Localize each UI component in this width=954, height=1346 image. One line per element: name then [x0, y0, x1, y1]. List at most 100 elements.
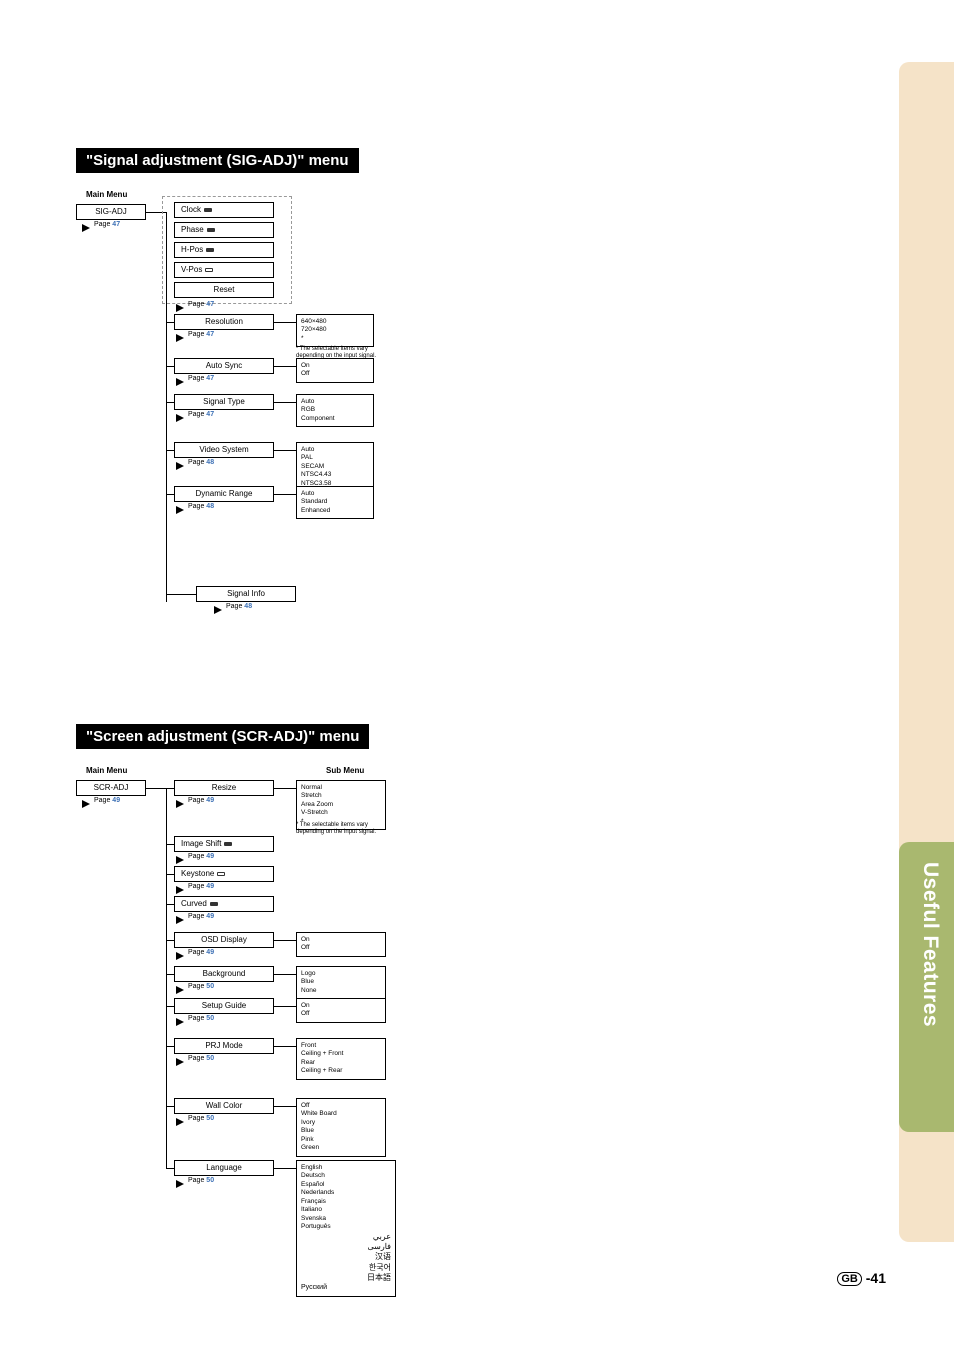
- connector: [166, 904, 174, 905]
- opts-signaltype: Auto RGB Component: [296, 394, 374, 427]
- connector: [166, 874, 174, 875]
- footnote: * The selectable items vary depending on…: [296, 822, 396, 836]
- arrow-right-icon: [176, 304, 184, 312]
- connector: [274, 402, 296, 403]
- connector: [166, 322, 174, 323]
- connector: [166, 450, 174, 451]
- node-scr-root: SCR-ADJ: [76, 780, 146, 796]
- node-reset: Reset: [174, 282, 274, 298]
- opts-osd: On Off: [296, 932, 386, 957]
- connector: [274, 366, 296, 367]
- lang-latin-list: English Deutsch Español Nederlands Franç…: [301, 1164, 391, 1232]
- main-menu-label: Main Menu: [86, 190, 127, 199]
- pageref: Page 48: [188, 503, 214, 510]
- node-imageshift: Image Shift: [174, 836, 274, 852]
- pageref: Page 48: [226, 603, 252, 610]
- connector: [274, 1106, 296, 1107]
- opts-prjmode: Front Ceiling + Front Rear Ceiling + Rea…: [296, 1038, 386, 1080]
- arrow-right-icon: [176, 1058, 184, 1066]
- opts-wallcolor: Off White Board Ivory Blue Pink Green: [296, 1098, 386, 1157]
- node-keystone: Keystone: [174, 866, 274, 882]
- node-resize: Resize: [174, 780, 274, 796]
- opts-dynrange: Auto Standard Enhanced: [296, 486, 374, 519]
- opts-language: English Deutsch Español Nederlands Franç…: [296, 1160, 396, 1297]
- region-badge: GB: [837, 1272, 862, 1286]
- arrow-right-icon: [214, 606, 222, 614]
- side-tab-label: Useful Features: [918, 862, 942, 1027]
- pageref: Page 47: [188, 301, 214, 308]
- connector: [146, 788, 166, 789]
- connector: [166, 594, 196, 595]
- node-signalinfo: Signal Info: [196, 586, 296, 602]
- pageref: Page 49: [188, 949, 214, 956]
- arrow-right-icon: [176, 886, 184, 894]
- node-background: Background: [174, 966, 274, 982]
- arrow-right-icon: [176, 462, 184, 470]
- opts-background: Logo Blue None: [296, 966, 386, 999]
- arrow-right-icon: [176, 378, 184, 386]
- pageref: Page 50: [188, 1055, 214, 1062]
- connector: [166, 788, 167, 1168]
- connector: [166, 1046, 174, 1047]
- node-osd: OSD Display: [174, 932, 274, 948]
- connector: [166, 1168, 174, 1169]
- section-title-scr: "Screen adjustment (SCR-ADJ)" menu: [76, 724, 369, 749]
- lang-russian: Русский: [301, 1283, 391, 1292]
- connector: [166, 1106, 174, 1107]
- node-sig-root: SIG-ADJ: [76, 204, 146, 220]
- arrow-right-icon: [176, 800, 184, 808]
- connector: [274, 1046, 296, 1047]
- connector: [274, 1006, 296, 1007]
- lang-cjk-list: عربيفارسی汉语한국어日本語: [301, 1232, 391, 1284]
- node-phase: Phase: [174, 222, 274, 238]
- connector: [274, 322, 296, 323]
- opts-autosync: On Off: [296, 358, 374, 383]
- pageref: Page 50: [188, 983, 214, 990]
- arrow-right-icon: [176, 1018, 184, 1026]
- connector: [274, 940, 296, 941]
- node-dynrange: Dynamic Range: [174, 486, 274, 502]
- pageref: Page 50: [188, 1015, 214, 1022]
- connector: [274, 450, 296, 451]
- pageref: Page 47: [94, 221, 120, 228]
- node-videosystem: Video System: [174, 442, 274, 458]
- connector: [166, 788, 174, 789]
- pageref: Page 50: [188, 1115, 214, 1122]
- connector: [274, 974, 296, 975]
- node-signaltype: Signal Type: [174, 394, 274, 410]
- connector: [166, 402, 174, 403]
- arrow-right-icon: [176, 986, 184, 994]
- pageref: Page 49: [188, 883, 214, 890]
- connector: [166, 844, 174, 845]
- sub-menu-label: Sub Menu: [326, 766, 364, 775]
- pageref: Page 49: [188, 853, 214, 860]
- node-setupguide: Setup Guide: [174, 998, 274, 1014]
- node-resolution: Resolution: [174, 314, 274, 330]
- arrow-right-icon: [176, 856, 184, 864]
- connector: [274, 494, 296, 495]
- node-prjmode: PRJ Mode: [174, 1038, 274, 1054]
- arrow-right-icon: [176, 1118, 184, 1126]
- arrow-right-icon: [176, 1180, 184, 1188]
- connector: [166, 940, 174, 941]
- arrow-right-icon: [176, 952, 184, 960]
- pageref: Page 47: [188, 375, 214, 382]
- connector: [166, 974, 174, 975]
- pageref: Page 49: [188, 913, 214, 920]
- pageref: Page 50: [188, 1177, 214, 1184]
- pageref: Page 47: [188, 331, 214, 338]
- pageref: Page 47: [188, 411, 214, 418]
- pageref: Page 49: [188, 797, 214, 804]
- connector: [274, 1168, 296, 1169]
- page-footer: GB -41: [837, 1270, 886, 1286]
- node-autosync: Auto Sync: [174, 358, 274, 374]
- opts-resolution: 640×480 720×480 *: [296, 314, 374, 347]
- node-vpos: V-Pos: [174, 262, 274, 278]
- node-hpos: H-Pos: [174, 242, 274, 258]
- node-language: Language: [174, 1160, 274, 1176]
- connector: [166, 1006, 174, 1007]
- arrow-right-icon: [176, 334, 184, 342]
- opts-setupguide: On Off: [296, 998, 386, 1023]
- arrow-right-icon: [176, 506, 184, 514]
- pageref: Page 48: [188, 459, 214, 466]
